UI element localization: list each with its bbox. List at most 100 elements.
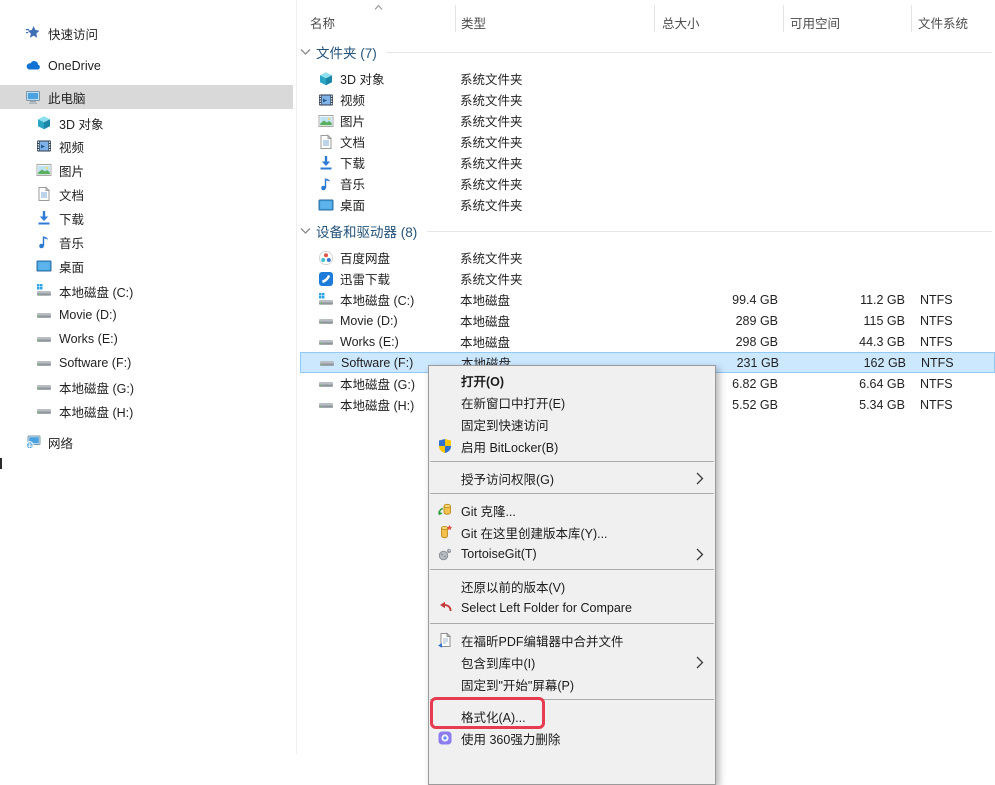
menu-item-select-left-folder-for-compare[interactable]: Select Left Folder for Compare xyxy=(429,597,715,619)
menu-item-enable-bitlocker[interactable]: 启用 BitLocker(B) xyxy=(429,435,715,457)
group-rule xyxy=(387,52,992,53)
file-name: 图片 xyxy=(340,111,365,130)
menu-item-open-in-new-window[interactable]: 在新窗口中打开(E) xyxy=(429,391,715,413)
submenu-arrow-icon xyxy=(696,548,704,561)
column-header-name[interactable]: 名称 xyxy=(310,13,335,29)
sidebar-item-network[interactable]: 网络 xyxy=(0,430,293,454)
music-icon xyxy=(36,234,52,250)
column-header-total-size[interactable]: 总大小 xyxy=(662,13,700,29)
file-row-pictures[interactable]: 图片 系统文件夹 xyxy=(300,110,995,131)
sidebar-item-drive-c[interactable]: 本地磁盘 (C:) xyxy=(0,279,293,303)
sidebar-item-drive-e[interactable]: Works (E:) xyxy=(0,327,293,351)
downloads-icon xyxy=(318,155,334,171)
file-type: 系统文件夹 xyxy=(457,174,655,193)
sidebar-item-label: OneDrive xyxy=(48,59,101,73)
device-free-space: 5.34 GB xyxy=(783,398,911,412)
menu-item-360-force-delete[interactable]: 使用 360强力删除 xyxy=(429,727,715,749)
file-type: 系统文件夹 xyxy=(457,132,655,151)
file-row-documents[interactable]: 文档 系统文件夹 xyxy=(300,131,995,152)
sidebar-item-desktop[interactable]: 桌面 xyxy=(0,254,293,278)
file-row-desktop[interactable]: 桌面 系统文件夹 xyxy=(300,194,995,215)
sidebar-item-label: Movie (D:) xyxy=(59,308,117,322)
sidebar-item-drive-f[interactable]: Software (F:) xyxy=(0,351,293,375)
column-header-type[interactable]: 类型 xyxy=(461,13,486,29)
drive-c-icon xyxy=(36,283,52,299)
menu-item-give-access[interactable]: 授予访问权限(G) xyxy=(429,467,715,489)
device-total-size: 298 GB xyxy=(655,335,783,349)
device-name: 本地磁盘 (C:) xyxy=(340,290,414,309)
sidebar-item-drive-h[interactable]: 本地磁盘 (H:) xyxy=(0,399,293,423)
group-title: 设备和驱动器 (8) xyxy=(316,221,417,241)
menu-item-label: 启用 BitLocker(B) xyxy=(461,437,558,456)
column-separator[interactable] xyxy=(911,5,912,32)
menu-item-git-create-repo[interactable]: Git 在这里创建版本库(Y)... xyxy=(429,521,715,543)
sidebar-item-label: 图片 xyxy=(59,161,84,180)
drive-c-icon xyxy=(318,292,334,308)
videos-icon xyxy=(36,138,52,154)
column-separator[interactable] xyxy=(783,5,784,32)
file-row-music[interactable]: 音乐 系统文件夹 xyxy=(300,173,995,194)
videos-icon xyxy=(318,92,334,108)
device-row-drive-d[interactable]: Movie (D:) 本地磁盘 289 GB 115 GB NTFS xyxy=(300,310,995,331)
menu-item-label: TortoiseGit(T) xyxy=(461,547,537,561)
drive-icon xyxy=(318,376,334,392)
360-delete-icon xyxy=(437,730,453,746)
device-free-space: 44.3 GB xyxy=(783,335,911,349)
sidebar-item-drive-g[interactable]: 本地磁盘 (G:) xyxy=(0,375,293,399)
menu-item-restore-previous-versions[interactable]: 还原以前的版本(V) xyxy=(429,575,715,597)
menu-item-pin-to-quick-access[interactable]: 固定到快速访问 xyxy=(429,413,715,435)
menu-item-pin-to-start[interactable]: 固定到"开始"屏幕(P) xyxy=(429,673,715,695)
downloads-icon xyxy=(36,210,52,226)
menu-item-open[interactable]: 打开(O) xyxy=(429,369,715,391)
device-row-drive-c[interactable]: 本地磁盘 (C:) 本地磁盘 99.4 GB 11.2 GB NTFS xyxy=(300,289,995,310)
git-clone-icon xyxy=(437,502,453,518)
sidebar-item-downloads[interactable]: 下载 xyxy=(0,206,293,230)
menu-item-tortoisegit[interactable]: TortoiseGit(T) xyxy=(429,543,715,565)
device-type: 本地磁盘 xyxy=(457,332,655,351)
sidebar-item-videos[interactable]: 视频 xyxy=(0,134,293,158)
menu-item-git-clone[interactable]: Git 克隆... xyxy=(429,499,715,521)
menu-item-label: Git 克隆... xyxy=(461,501,516,520)
sidebar-item-documents[interactable]: 文档 xyxy=(0,182,293,206)
drive-icon xyxy=(36,379,52,395)
column-header-file-system[interactable]: 文件系统 xyxy=(918,13,968,29)
sidebar-item-music[interactable]: 音乐 xyxy=(0,230,293,254)
drive-icon xyxy=(36,355,52,371)
device-total-size: 289 GB xyxy=(655,314,783,328)
column-header-free-space[interactable]: 可用空间 xyxy=(790,13,840,29)
file-type: 系统文件夹 xyxy=(457,69,655,88)
drive-icon xyxy=(318,313,334,329)
menu-item-label: Git 在这里创建版本库(Y)... xyxy=(461,523,608,542)
file-row-3d-objects[interactable]: 3D 对象 系统文件夹 xyxy=(300,68,995,89)
drive-icon xyxy=(319,355,335,371)
sidebar-item-this-pc[interactable]: 此电脑 xyxy=(0,85,293,109)
drive-icon xyxy=(318,334,334,350)
sidebar-item-onedrive[interactable]: OneDrive xyxy=(0,54,293,78)
device-file-system: NTFS xyxy=(911,398,995,412)
group-header-devices[interactable]: 设备和驱动器 (8) xyxy=(300,221,992,241)
column-separator[interactable] xyxy=(455,5,456,32)
sidebar-item-3d-objects[interactable]: 3D 对象 xyxy=(0,111,293,135)
onedrive-icon xyxy=(25,58,41,74)
sort-ascending-icon xyxy=(374,4,383,11)
pictures-icon xyxy=(36,162,52,178)
device-row-xunlei-download[interactable]: 迅雷下载 系统文件夹 xyxy=(300,268,995,289)
group-header-folders[interactable]: 文件夹 (7) xyxy=(300,42,992,62)
menu-item-include-in-library[interactable]: 包含到库中(I) xyxy=(429,651,715,673)
sidebar-item-pictures[interactable]: 图片 xyxy=(0,158,293,182)
column-separator[interactable] xyxy=(654,5,655,32)
menu-item-label: 授予访问权限(G) xyxy=(461,469,554,488)
menu-item-foxit-pdf-combine[interactable]: 在福昕PDF编辑器中合并文件 xyxy=(429,629,715,651)
device-row-baidu-netdisk[interactable]: 百度网盘 系统文件夹 xyxy=(300,247,995,268)
menu-item-label: Select Left Folder for Compare xyxy=(461,601,632,615)
device-row-drive-e[interactable]: Works (E:) 本地磁盘 298 GB 44.3 GB NTFS xyxy=(300,331,995,352)
group-title: 文件夹 (7) xyxy=(316,42,377,62)
sidebar-item-quick-access[interactable]: 快速访问 xyxy=(0,21,293,45)
sidebar-item-drive-d[interactable]: Movie (D:) xyxy=(0,303,293,327)
menu-item-label: 固定到快速访问 xyxy=(461,415,549,434)
file-type: 系统文件夹 xyxy=(457,195,655,214)
file-row-videos[interactable]: 视频 系统文件夹 xyxy=(300,89,995,110)
device-type: 本地磁盘 xyxy=(457,311,655,330)
menu-item-format[interactable]: 格式化(A)... xyxy=(429,705,715,727)
file-row-downloads[interactable]: 下载 系统文件夹 xyxy=(300,152,995,173)
